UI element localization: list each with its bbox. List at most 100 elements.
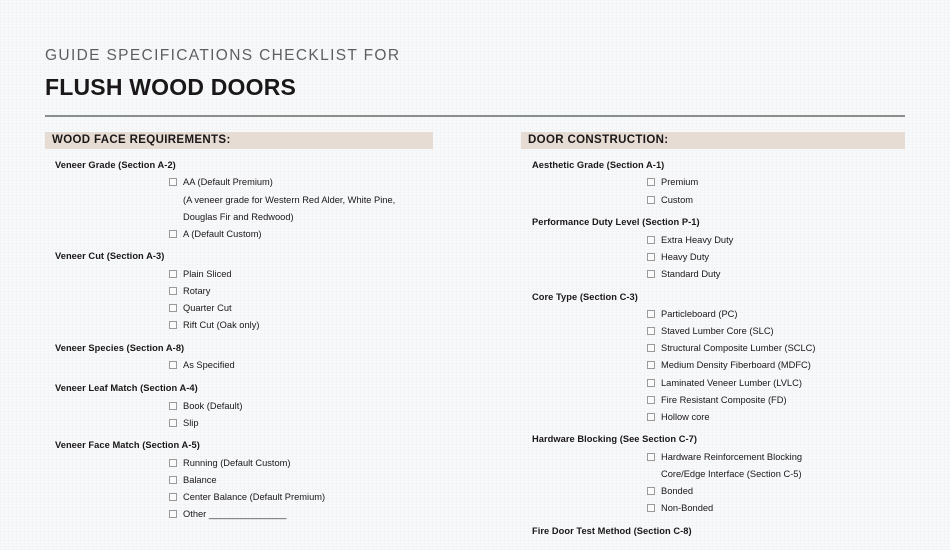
- right-sections-container: Aesthetic Grade (Section A-1) Premium Cust…: [521, 159, 905, 537]
- option-label: Custom: [661, 194, 694, 205]
- checkbox-row[interactable]: Quarter Cut: [169, 303, 433, 315]
- option-label: Rift Cut (Oak only): [183, 320, 260, 331]
- checkbox-icon[interactable]: [647, 452, 655, 461]
- left-sections-container: Veneer Grade (Section A-2) AA (Default Pr…: [45, 159, 433, 521]
- checkbox-icon[interactable]: [169, 458, 177, 467]
- column-header-wood-face: WOOD FACE REQUIREMENTS:: [45, 131, 433, 149]
- options-list: Extra Heavy Duty Heavy Duty Standard Duty: [521, 235, 905, 281]
- checkbox-icon[interactable]: [647, 327, 655, 336]
- checkbox-row[interactable]: Hollow core: [647, 412, 905, 424]
- checkbox-row[interactable]: Rift Cut (Oak only): [169, 320, 433, 332]
- checkbox-row[interactable]: Heavy Duty: [647, 252, 905, 264]
- checkbox-row[interactable]: Rotary: [169, 286, 433, 298]
- options-list: Running (Default Custom) Balance Center Ba…: [45, 458, 433, 521]
- checkbox-icon[interactable]: [169, 304, 177, 313]
- option-label: Balance: [183, 474, 217, 485]
- section-title: Core Type (Section C-3): [532, 291, 638, 302]
- checkbox-row[interactable]: Medium Density Fiberboard (MDFC): [647, 360, 905, 372]
- checkbox-row[interactable]: Hardware Reinforcement Blocking: [647, 452, 905, 464]
- checkbox-row[interactable]: As Specified: [169, 360, 433, 372]
- checkbox-row[interactable]: Standard Duty: [647, 269, 905, 281]
- checkbox-icon[interactable]: [169, 229, 177, 238]
- checkbox-row[interactable]: Premium: [647, 177, 905, 189]
- section-veneer-cut-section-a-3: Veneer Cut (Section A-3) Plain Sliced Rota…: [45, 250, 433, 331]
- section-title: Aesthetic Grade (Section A-1): [532, 159, 665, 170]
- checkbox-icon[interactable]: [647, 310, 655, 319]
- checkbox-row[interactable]: Structural Composite Lumber (SCLC): [647, 343, 905, 355]
- option-label: Book (Default): [183, 400, 243, 411]
- checkbox-row[interactable]: Running (Default Custom): [169, 458, 433, 470]
- checkbox-row[interactable]: Plain Sliced: [169, 269, 433, 281]
- option-label: A (Default Custom): [183, 228, 262, 239]
- checkbox-icon[interactable]: [169, 510, 177, 519]
- section-title: Veneer Leaf Match (Section A-4): [55, 383, 198, 394]
- option-label: Standard Duty: [661, 268, 721, 279]
- checkbox-icon[interactable]: [647, 178, 655, 187]
- option-label: AA (Default Premium): [183, 177, 273, 188]
- section-title: Veneer Cut (Section A-3): [55, 251, 165, 262]
- checkbox-icon[interactable]: [647, 361, 655, 370]
- checkbox-icon[interactable]: [169, 475, 177, 484]
- checkbox-row[interactable]: AA (Default Premium): [169, 177, 433, 189]
- option-label: Center Balance (Default Premium): [183, 492, 326, 503]
- checkbox-icon[interactable]: [169, 361, 177, 370]
- checkbox-icon[interactable]: [647, 252, 655, 261]
- checkbox-icon[interactable]: [647, 378, 655, 387]
- column-door-construction: DOOR CONSTRUCTION: Aesthetic Grade (Sect…: [521, 131, 905, 537]
- eyebrow-title: GUIDE SPECIFICATIONS CHECKLIST FOR: [45, 47, 401, 64]
- note-row: Core/Edge Interface (Section C-5): [647, 469, 905, 481]
- checkbox-row[interactable]: Fire Resistant Composite (FD): [647, 395, 905, 407]
- section-core-type-section-c-3: Core Type (Section C-3) Particleboard (PC…: [521, 291, 905, 424]
- checkbox-row[interactable]: Staved Lumber Core (SLC): [647, 326, 905, 338]
- options-list: Hardware Reinforcement Blocking Core/Edge…: [521, 452, 905, 515]
- checkbox-row[interactable]: Custom: [647, 195, 905, 207]
- checkbox-icon[interactable]: [647, 395, 655, 404]
- option-label: As Specified: [183, 360, 235, 371]
- checkbox-icon[interactable]: [647, 195, 655, 204]
- checkbox-icon[interactable]: [169, 178, 177, 187]
- checkbox-icon[interactable]: [647, 269, 655, 278]
- section-fire-door-test-method-section-c-8: Fire Door Test Method (Section C-8): [521, 525, 905, 538]
- section-title: Performance Duty Level (Section P-1): [532, 217, 700, 228]
- checkbox-row[interactable]: Non-Bonded: [647, 503, 905, 515]
- column-gap: [433, 132, 521, 537]
- options-list: AA (Default Premium) (A veneer grade for …: [45, 177, 433, 240]
- option-label: Medium Density Fiberboard (MDFC): [661, 360, 811, 371]
- title-divider: [45, 114, 905, 117]
- option-label: Rotary: [183, 286, 211, 297]
- title-block: GUIDE SPECIFICATIONS CHECKLIST FOR FLUSH…: [45, 0, 905, 117]
- checkbox-row[interactable]: Slip: [169, 418, 433, 430]
- checkbox-icon[interactable]: [647, 487, 655, 496]
- checkbox-icon[interactable]: [647, 504, 655, 513]
- column-header-door-construction: DOOR CONSTRUCTION:: [521, 131, 905, 149]
- column-header-label: DOOR CONSTRUCTION:: [528, 134, 669, 147]
- column-wood-face-requirements: WOOD FACE REQUIREMENTS: Veneer Grade (Se…: [45, 131, 433, 537]
- checkbox-row[interactable]: Book (Default): [169, 401, 433, 413]
- checkbox-icon[interactable]: [647, 235, 655, 244]
- checkbox-icon[interactable]: [169, 493, 177, 502]
- checkbox-icon[interactable]: [647, 344, 655, 353]
- options-list: As Specified: [45, 360, 433, 372]
- option-label: (A veneer grade for Western Red Alder, W…: [183, 194, 396, 205]
- options-list: Plain Sliced Rotary Quarter Cut Rift Cut (O…: [45, 269, 433, 332]
- checkbox-icon[interactable]: [169, 321, 177, 330]
- checkbox-row[interactable]: Extra Heavy Duty: [647, 235, 905, 247]
- checkbox-row[interactable]: Particleboard (PC): [647, 309, 905, 321]
- checkbox-row[interactable]: Other _______________: [169, 509, 433, 521]
- checkbox-row[interactable]: A (Default Custom): [169, 229, 433, 241]
- checkbox-row[interactable]: Bonded: [647, 486, 905, 498]
- checkbox-icon[interactable]: [169, 418, 177, 427]
- checkbox-row[interactable]: Center Balance (Default Premium): [169, 492, 433, 504]
- checkbox-icon[interactable]: [169, 287, 177, 296]
- page-title: FLUSH WOOD DOORS: [45, 74, 297, 101]
- checkbox-row[interactable]: Laminated Veneer Lumber (LVLC): [647, 378, 905, 390]
- column-header-label: WOOD FACE REQUIREMENTS:: [52, 134, 231, 147]
- section-title: Fire Door Test Method (Section C-8): [532, 525, 692, 536]
- option-label: Hardware Reinforcement Blocking: [661, 451, 803, 462]
- checkbox-icon[interactable]: [647, 412, 655, 421]
- checkbox-icon[interactable]: [169, 401, 177, 410]
- checkbox-icon[interactable]: [169, 269, 177, 278]
- checkbox-row[interactable]: Balance: [169, 475, 433, 487]
- section-title: Veneer Face Match (Section A-5): [55, 440, 200, 451]
- option-label: Slip: [183, 417, 199, 428]
